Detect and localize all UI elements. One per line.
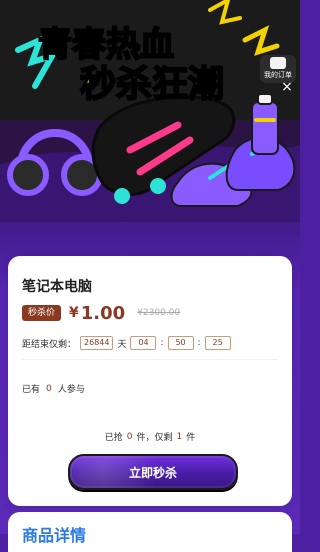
participants-count: 0: [46, 383, 52, 394]
buy-now-button[interactable]: 立即秒杀: [68, 454, 238, 490]
product-title: 笔记本电脑: [22, 279, 92, 295]
flash-price-badge: 秒杀价: [22, 305, 62, 321]
participants-suffix: 人参与: [57, 385, 85, 395]
grabbed-count: 0: [126, 431, 133, 442]
remaining-count: 1: [176, 431, 183, 442]
countdown-seconds: 25: [204, 336, 231, 350]
countdown: 距结束仅剩： 26844 天 04 : 50 : 25: [22, 336, 231, 350]
countdown-label: 距结束仅剩：: [22, 339, 77, 350]
headline-line-2: 秒杀狂潮: [80, 64, 224, 105]
stock-suffix: 件: [186, 433, 196, 443]
countdown-minutes: 50: [167, 336, 194, 350]
banner-art: 青春热血 秒杀狂潮: [0, 0, 300, 222]
divider: [22, 359, 278, 360]
stock-status: 已抢 0 件，仅剩 1 件: [8, 430, 292, 444]
participants-text: 已有 0 人参与: [22, 382, 85, 396]
headline-line-1: 青春热血: [38, 25, 174, 65]
time-separator: :: [197, 338, 201, 348]
day-unit: 天: [117, 339, 127, 350]
time-separator: :: [160, 338, 164, 348]
product-details-title: 商品详情: [22, 526, 87, 545]
promo-banner: 青春热血 秒杀狂潮 我的订单 ×: [0, 0, 300, 222]
original-price: ¥2300.00: [137, 308, 181, 318]
close-button[interactable]: ×: [278, 78, 296, 96]
currency-symbol: ¥: [69, 305, 79, 321]
orders-icon: [270, 57, 286, 69]
sale-price: 1.00: [80, 302, 126, 324]
countdown-hours: 04: [130, 336, 157, 350]
countdown-days: 26844: [80, 336, 114, 350]
spray-can-illustration: [251, 93, 279, 155]
participants-prefix: 已有: [22, 385, 41, 395]
close-icon: ×: [281, 79, 293, 95]
flash-sale-card: 笔记本电脑 秒杀价 ¥ 1.00 ¥2300.00 距结束仅剩： 26844 天…: [8, 256, 292, 506]
product-details-card: 商品详情: [8, 512, 292, 552]
stock-mid: 件，仅剩: [136, 433, 173, 443]
buy-now-label: 立即秒杀: [128, 465, 177, 480]
stock-prefix: 已抢: [104, 433, 123, 443]
price-row: 秒杀价 ¥ 1.00 ¥2300.00: [22, 302, 180, 324]
